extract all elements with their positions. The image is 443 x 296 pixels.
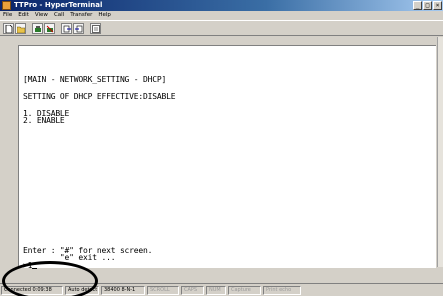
- status-print-echo: Print echo: [263, 286, 301, 295]
- terminal-screen[interactable]: [MAIN - NETWORK_SETTING - DHCP] SETTING …: [18, 45, 436, 270]
- close-button[interactable]: ×: [433, 1, 442, 10]
- title-bar[interactable]: TTPro - HyperTerminal _ □ ×: [0, 0, 443, 11]
- window-controls: _ □ ×: [413, 1, 442, 10]
- terminal-line: SETTING OF DHCP EFFECTIVE:DISABLE: [23, 92, 176, 101]
- open-icon[interactable]: [15, 23, 26, 34]
- hyperterminal-window: TTPro - HyperTerminal _ □ × File Edit Vi…: [0, 0, 443, 296]
- terminal-frame: [MAIN - NETWORK_SETTING - DHCP] SETTING …: [0, 37, 443, 270]
- status-capture: Capture: [228, 286, 261, 295]
- send-icon[interactable]: [61, 23, 72, 34]
- menu-view[interactable]: View: [32, 11, 51, 20]
- app-icon: [2, 1, 11, 10]
- connect-icon[interactable]: [32, 23, 43, 34]
- toolbar: [0, 20, 443, 36]
- menu-help[interactable]: Help: [95, 11, 114, 20]
- minimize-button[interactable]: _: [413, 1, 422, 10]
- status-scroll: SCROLL: [147, 286, 179, 295]
- receive-icon[interactable]: [73, 23, 84, 34]
- menu-call[interactable]: Call: [51, 11, 67, 20]
- menu-bar: File Edit View Call Transfer Help: [0, 11, 443, 20]
- menu-transfer[interactable]: Transfer: [67, 11, 95, 20]
- status-port: 38400 8-N-1: [101, 286, 145, 295]
- menu-edit[interactable]: Edit: [15, 11, 32, 20]
- annotation-circle: [2, 261, 98, 296]
- status-num: NUM: [206, 286, 226, 295]
- status-caps: CAPS: [181, 286, 204, 295]
- new-icon[interactable]: [3, 23, 14, 34]
- disconnect-icon[interactable]: [44, 23, 55, 34]
- vertical-scrollbar[interactable]: [437, 37, 443, 267]
- properties-icon[interactable]: [90, 23, 101, 34]
- menu-file[interactable]: File: [0, 11, 15, 20]
- terminal-line: 2. ENABLE: [23, 116, 65, 125]
- maximize-button[interactable]: □: [423, 1, 432, 10]
- window-title: TTPro - HyperTerminal: [14, 1, 103, 9]
- terminal-line: [MAIN - NETWORK_SETTING - DHCP]: [23, 75, 167, 84]
